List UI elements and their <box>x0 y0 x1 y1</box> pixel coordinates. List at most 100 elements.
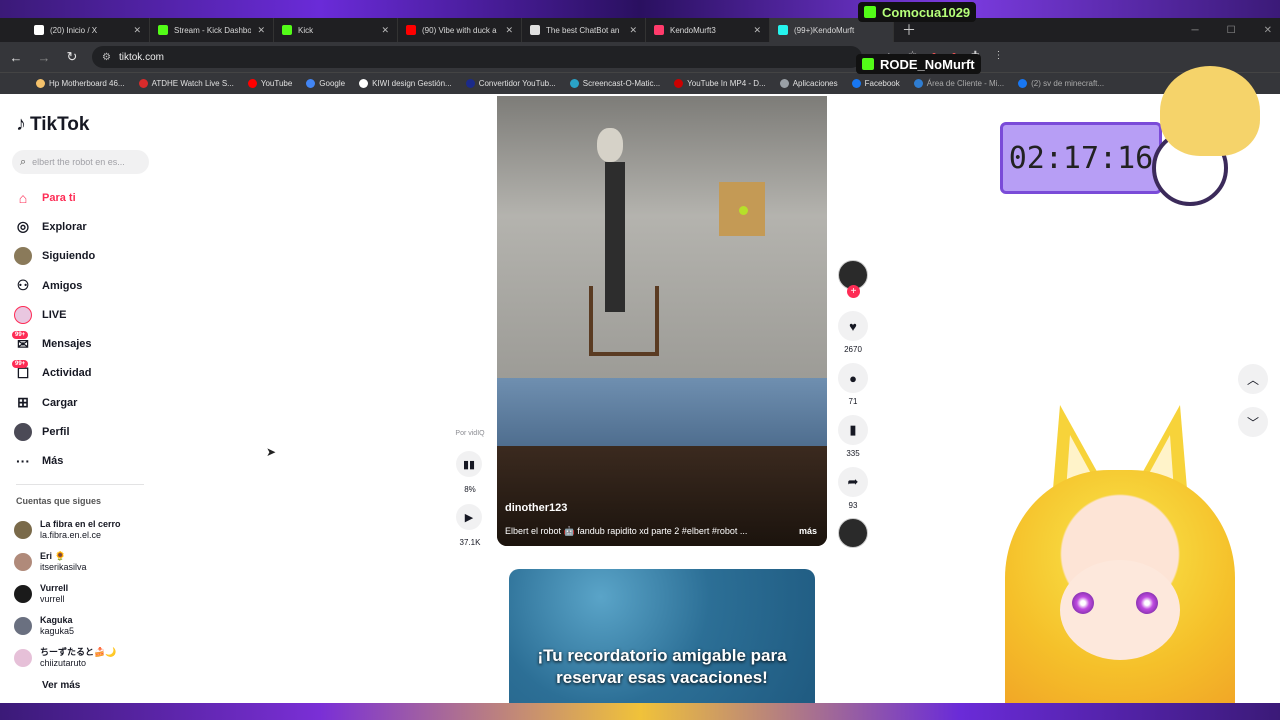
bookmark-favicon-icon <box>36 79 45 88</box>
video-scene <box>497 96 827 396</box>
search-input[interactable]: ⌕ elbert the robot en es... <box>12 150 149 174</box>
vtuber-eye <box>1072 592 1094 614</box>
play-icon: ▶ <box>464 511 474 524</box>
video-scene <box>497 378 827 448</box>
bookmark[interactable]: Área de Cliente - Mi... <box>913 79 1004 88</box>
promo-label: Por vidIQ <box>455 430 485 437</box>
share-action[interactable]: ➦ 93 <box>838 467 868 510</box>
bookmark[interactable]: Google <box>306 79 345 88</box>
minimize-icon[interactable]: ─ <box>1192 25 1199 36</box>
site-info-icon[interactable]: ⚙ <box>102 52 111 63</box>
browser-tab[interactable]: The best ChatBot an ✕ <box>522 18 646 42</box>
next-video-caption: ¡Tu recordatorio amigable para reservar … <box>537 646 787 687</box>
stats-button[interactable]: ▮▮ <box>456 451 482 477</box>
browser-tab[interactable]: Stream - Kick Dashbo ✕ <box>150 18 274 42</box>
bookmark[interactable]: Screencast-O-Matic... <box>569 79 660 88</box>
see-more-link[interactable]: Ver más <box>42 680 80 691</box>
like-action[interactable]: ♥ 2670 <box>838 311 868 354</box>
stream-timer: 02:17:16 <box>1000 122 1162 194</box>
nav-item-siguiendo[interactable]: Siguiendo <box>14 242 194 271</box>
close-icon[interactable]: ✕ <box>629 25 637 36</box>
youtube-icon <box>247 79 257 88</box>
play-button[interactable]: ▶ <box>456 504 482 530</box>
save-action[interactable]: ▮ 335 <box>838 415 868 458</box>
new-tab-button[interactable]: ＋ <box>902 20 916 40</box>
bookmark[interactable]: Convertidor YouTub... <box>465 79 556 88</box>
next-video-button[interactable]: ﹀ <box>1238 407 1268 437</box>
kick-icon <box>862 58 874 70</box>
video-description: Elbert el robot 🤖 fandub rapidito xd par… <box>505 526 817 537</box>
stream-bottom-border <box>0 703 1280 720</box>
video-author[interactable]: dinother123 <box>505 502 567 514</box>
follow-button[interactable]: + <box>847 285 860 298</box>
close-icon[interactable]: ✕ <box>257 25 265 36</box>
following-account[interactable]: ちーずたると🍰🌙 chiizutaruto <box>14 642 214 674</box>
heart-icon: ♥ <box>838 311 868 341</box>
chibi-avatar <box>1160 66 1260 156</box>
previous-video-button[interactable]: ︿ <box>1238 364 1268 394</box>
browser-tab[interactable]: Kick ✕ <box>274 18 398 42</box>
browser-tab[interactable]: (90) Vibe with duck a ✕ <box>398 18 522 42</box>
tiktok-logo[interactable]: ♪ TikTok <box>16 113 89 136</box>
nav-item-mas[interactable]: ··· Más <box>14 447 194 476</box>
close-icon[interactable]: ✕ <box>505 25 513 36</box>
forward-icon[interactable]: → <box>36 50 52 65</box>
maximize-icon[interactable]: ☐ <box>1227 25 1236 36</box>
close-window-icon[interactable]: ✕ <box>1264 25 1272 36</box>
bookmark-favicon-icon <box>569 79 579 88</box>
following-list: La fibra en el cerro la.fibra.en.el.ce Er… <box>14 514 214 674</box>
browser-tab[interactable]: KendoMurft3 ✕ <box>646 18 770 42</box>
nav-item-perfil[interactable]: Perfil <box>14 417 194 446</box>
mouse-cursor-icon: ➤ <box>266 445 277 459</box>
following-account[interactable]: La fibra en el cerro la.fibra.en.el.ce <box>14 514 214 546</box>
bookmark[interactable]: KIWI design Gestión... <box>359 79 452 88</box>
bookmark[interactable]: Facebook <box>851 79 900 88</box>
address-bar[interactable]: ⚙ tiktok.com <box>92 46 862 68</box>
following-account[interactable]: Kaguka kaguka5 <box>14 610 214 642</box>
nav-item-live[interactable]: LIVE <box>14 300 194 329</box>
notification-badge: 99+ <box>12 331 29 340</box>
back-icon[interactable]: ← <box>8 50 24 65</box>
bookmark[interactable]: YouTube <box>247 79 292 88</box>
menu-icon[interactable]: ⋮ <box>993 50 1003 65</box>
youtube-icon <box>406 25 416 35</box>
video-scene <box>605 162 625 312</box>
sidebar-nav: ⌂ Para ti ◎ Explorar Siguiendo ⚇ Amigos LIV… <box>12 183 194 476</box>
url-text: tiktok.com <box>118 51 164 63</box>
avatar <box>14 649 32 667</box>
music-disc-icon[interactable] <box>838 518 868 548</box>
following-account[interactable]: Vurrell vurrell <box>14 578 214 610</box>
kick-icon <box>282 25 292 35</box>
close-icon[interactable]: ✕ <box>133 25 141 36</box>
google-icon <box>306 79 316 88</box>
friends-icon: ⚇ <box>16 277 30 294</box>
kick-icon <box>864 6 876 18</box>
stream-top-border <box>0 0 1280 18</box>
comment-action[interactable]: ● 71 <box>838 363 868 406</box>
bookmark[interactable]: YouTube In MP4 - D... <box>674 79 766 88</box>
more-link[interactable]: más <box>799 526 817 537</box>
bookmark[interactable]: (2) sv de minecraft... <box>1018 79 1104 88</box>
close-icon[interactable]: ✕ <box>381 25 389 36</box>
nav-item-para-ti[interactable]: ⌂ Para ti <box>14 183 194 212</box>
bookmark[interactable]: Aplicaciones <box>779 79 838 88</box>
video-player[interactable]: dinother123 Elbert el robot 🤖 fandub rap… <box>497 96 827 546</box>
nav-item-actividad[interactable]: ☐ 99+ Actividad <box>12 359 194 388</box>
reload-icon[interactable]: ↻ <box>64 49 80 65</box>
chatgpt-icon <box>530 25 540 35</box>
kick-follower-overlay: RODE_NoMurft <box>856 54 981 74</box>
nav-item-explorar[interactable]: ◎ Explorar <box>14 212 194 241</box>
stat-percent: 8% <box>464 485 476 494</box>
close-icon[interactable]: ✕ <box>753 25 761 36</box>
browser-tab[interactable]: (20) Inicio / X ✕ <box>26 18 150 42</box>
facebook-icon <box>1018 79 1028 88</box>
following-account[interactable]: Eri 🌻 itserikasilva <box>14 546 214 578</box>
nav-item-cargar[interactable]: ⊞ Cargar <box>14 388 194 417</box>
following-section-title: Cuentas que sigues <box>16 496 102 506</box>
nav-item-amigos[interactable]: ⚇ Amigos <box>14 271 194 300</box>
bookmark-icon: ▮ <box>838 415 868 445</box>
bookmark[interactable]: Hp Motherboard 46... <box>36 79 125 88</box>
share-icon: ➦ <box>838 467 868 497</box>
bookmark[interactable]: ATDHE Watch Live S... <box>138 79 234 88</box>
nav-item-mensajes[interactable]: ✉ 99+ Mensajes <box>12 329 194 358</box>
